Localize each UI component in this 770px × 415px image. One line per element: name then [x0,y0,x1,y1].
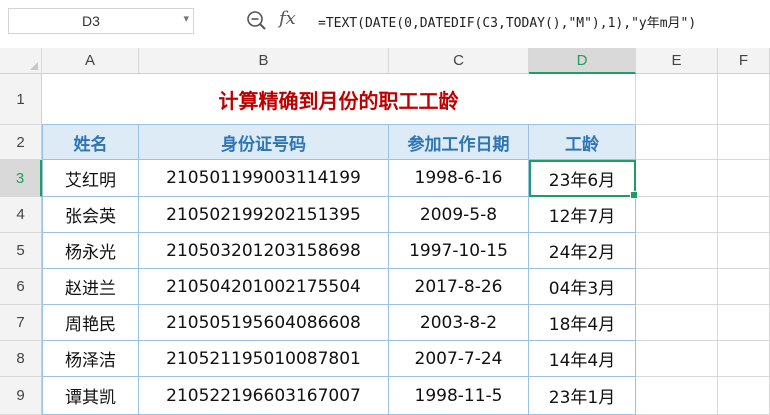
column-header-d[interactable]: D [529,48,636,74]
cell-id-number[interactable]: 210522196603167007 [139,377,389,415]
cell-f1[interactable] [718,74,770,125]
column-header-f[interactable]: F [718,48,770,74]
cell-e3[interactable] [636,160,718,197]
zoom-icon[interactable] [246,10,268,32]
cell-e8[interactable] [636,341,718,377]
row-header-7[interactable]: 7 [0,305,42,341]
cell-seniority[interactable]: 18年4月 [529,305,636,341]
select-all-corner[interactable] [0,48,42,74]
active-cell-selection[interactable] [529,160,638,199]
cell-e1[interactable] [636,74,718,125]
row-header-3[interactable]: 3 [0,160,42,197]
cell-start-date[interactable]: 2017-8-26 [389,269,529,305]
cell-start-date[interactable]: 1998-6-16 [389,160,529,197]
row-header-4[interactable]: 4 [0,197,42,233]
cell-start-date[interactable]: 1998-11-5 [389,377,529,415]
name-box[interactable]: D3 ▾ [8,8,194,34]
cell-e4[interactable] [636,197,718,233]
column-header-b[interactable]: B [139,48,389,74]
formula-input[interactable]: =TEXT(DATE(0,DATEDIF(C3,TODAY(),"M"),1),… [318,12,696,31]
cell-e7[interactable] [636,305,718,341]
cell-name[interactable]: 赵进兰 [42,269,139,305]
formula-bar: D3 ▾ fx =TEXT(DATE(0,DATEDIF(C3,TODAY(),… [0,0,770,44]
header-seniority[interactable]: 工龄 [529,125,636,160]
function-icon[interactable]: fx [279,8,296,29]
cell-f9[interactable] [718,377,770,415]
row-header-5[interactable]: 5 [0,233,42,269]
column-header-e[interactable]: E [636,48,718,74]
cell-id-number[interactable]: 210505195604086608 [139,305,389,341]
cell-f7[interactable] [718,305,770,341]
header-name[interactable]: 姓名 [42,125,139,160]
cell-id-number[interactable]: 210501199003114199 [139,160,389,197]
row-header-6[interactable]: 6 [0,269,42,305]
name-box-value: D3 [82,13,100,29]
cell-id-number[interactable]: 210521195010087801 [139,341,389,377]
cell-f5[interactable] [718,233,770,269]
cell-e5[interactable] [636,233,718,269]
cell-f6[interactable] [718,269,770,305]
cell-f3[interactable] [718,160,770,197]
cell-name[interactable]: 艾红明 [42,160,139,197]
cell-name[interactable]: 张会英 [42,197,139,233]
cell-seniority[interactable]: 23年1月 [529,377,636,415]
header-start-date[interactable]: 参加工作日期 [389,125,529,160]
cell-name[interactable]: 杨永光 [42,233,139,269]
cell-f8[interactable] [718,341,770,377]
cell-seniority[interactable]: 24年2月 [529,233,636,269]
cell-f2[interactable] [718,125,770,160]
cell-f4[interactable] [718,197,770,233]
cell-start-date[interactable]: 1997-10-15 [389,233,529,269]
cell-e9[interactable] [636,377,718,415]
row-header-2[interactable]: 2 [0,125,42,160]
cell-e2[interactable] [636,125,718,160]
cell-seniority[interactable]: 14年4月 [529,341,636,377]
row-header-9[interactable]: 9 [0,377,42,415]
column-header-a[interactable]: A [42,48,139,74]
row-header-8[interactable]: 8 [0,341,42,377]
column-header-c[interactable]: C [389,48,529,74]
cell-seniority[interactable]: 12年7月 [529,197,636,233]
cell-id-number[interactable]: 210503201203158698 [139,233,389,269]
cell-name[interactable]: 杨泽洁 [42,341,139,377]
cell-name[interactable]: 谭其凯 [42,377,139,415]
row-header-1[interactable]: 1 [0,74,42,125]
header-id-number[interactable]: 身份证号码 [139,125,389,160]
cell-id-number[interactable]: 210502199202151395 [139,197,389,233]
cell-start-date[interactable]: 2009-5-8 [389,197,529,233]
cell-id-number[interactable]: 210504201002175504 [139,269,389,305]
cell-name[interactable]: 周艳民 [42,305,139,341]
cell-seniority[interactable]: 04年3月 [529,269,636,305]
sheet-title[interactable]: 计算精确到月份的职工工龄 [42,74,636,125]
cell-start-date[interactable]: 2007-7-24 [389,341,529,377]
cell-start-date[interactable]: 2003-8-2 [389,305,529,341]
cell-e6[interactable] [636,269,718,305]
name-box-dropdown-icon[interactable]: ▾ [183,12,189,25]
